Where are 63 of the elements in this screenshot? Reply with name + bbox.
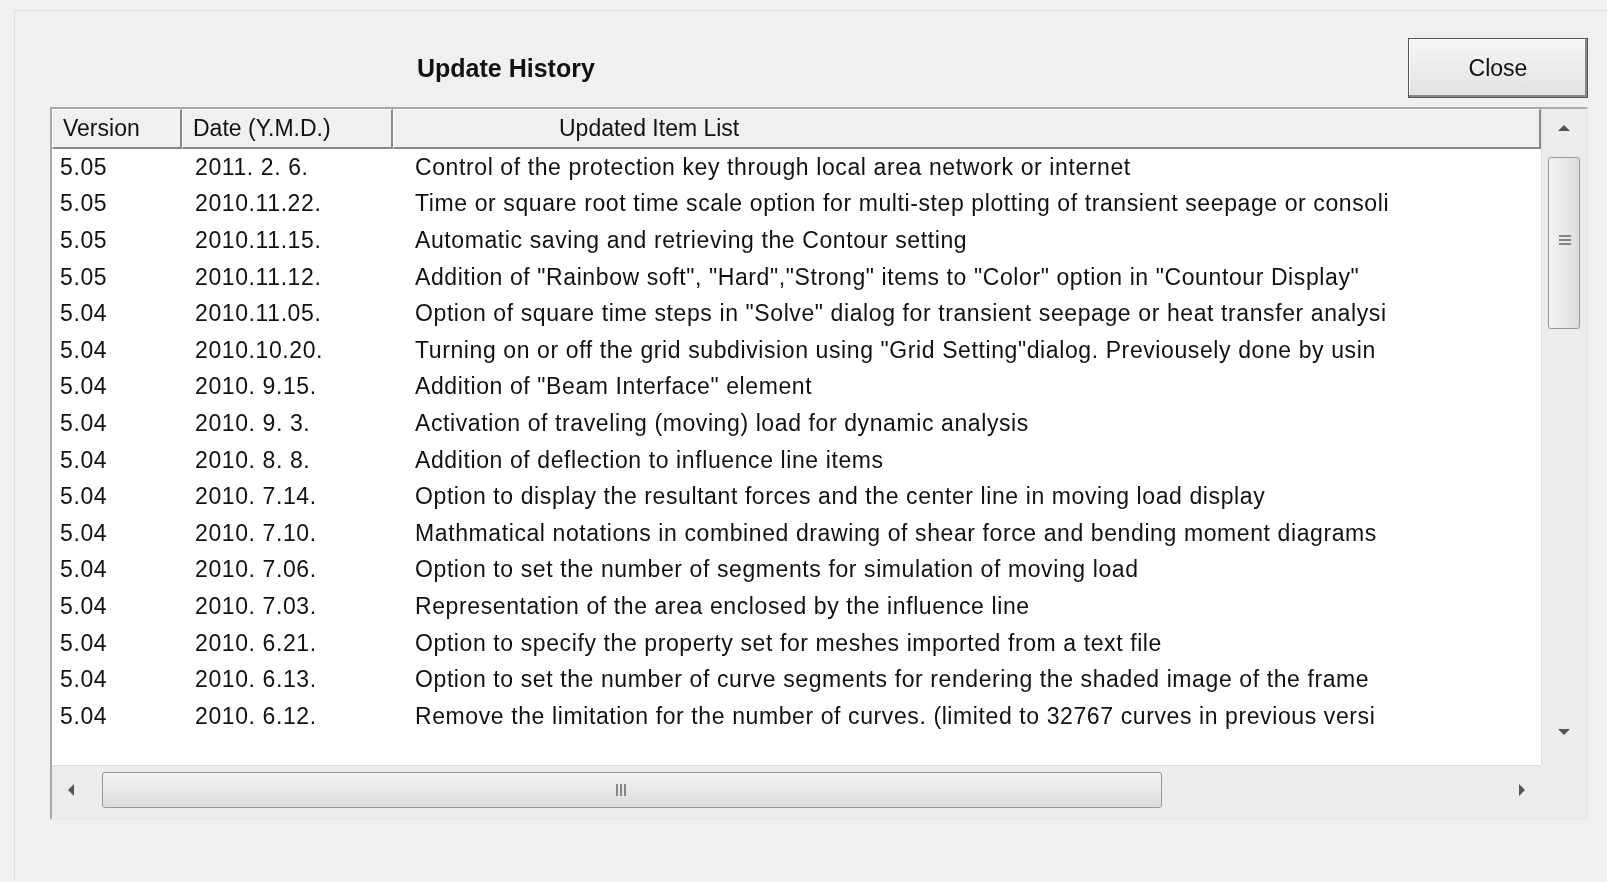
table-cell-text: 5.04	[59, 336, 109, 364]
table-cell-text: Addition of "Beam Interface" element	[414, 373, 814, 401]
table-cell-text: 5.05	[59, 263, 109, 291]
table-cell-text: Turning on or off the grid subdivision using "Grid Setting"dialog. Previousely done by usin	[414, 336, 1377, 364]
table-cell-text: 2010.11.05.	[194, 300, 323, 328]
table-cell-text: Option to display the resultant forces and the center line in moving load display	[414, 483, 1267, 511]
table-cell-text: 2010. 6.12.	[194, 702, 318, 730]
table-cell-text: 5.04	[59, 409, 109, 437]
table-cell-text: 2010.11.22.	[194, 190, 323, 218]
scroll-thumb[interactable]	[102, 772, 1162, 808]
table-cell-text: Option to set the number of curve segments for rendering the shaded image of the frame	[414, 666, 1371, 694]
table-cell-text: Remove the limitation for the number of curves. (limited to 32767 curves in previous versi	[414, 702, 1377, 730]
table-cell-text: 5.04	[59, 373, 109, 401]
table-cell-text: 2010.11.15.	[194, 227, 323, 254]
table-cell-text: Option to set the number of segments for simulation of moving load	[414, 556, 1140, 584]
table-cell-text: 2011. 2. 6.	[194, 153, 310, 181]
table-cell-text: 5.04	[59, 446, 109, 474]
column-header[interactable]: Version	[52, 109, 182, 149]
table-cell-text: Mathmatical notations in combined drawing of shear force and bending moment diagrams	[414, 519, 1378, 547]
table-cell-text: 5.05	[59, 153, 109, 181]
table-cell-text: 5.05	[59, 227, 109, 254]
table-cell-text: 5.04	[59, 629, 109, 657]
table-cell-text: 5.04	[59, 483, 109, 511]
table-cell-text: 5.04	[59, 519, 109, 547]
horizontal-scrollbar[interactable]	[52, 765, 1541, 818]
table-cell-text: Representation of the area enclosed by the influence line	[414, 592, 1031, 620]
table-cell-text: 2010. 6.21.	[194, 629, 318, 657]
scroll-thumb[interactable]	[1548, 157, 1580, 329]
table-cell-text: 5.04	[59, 666, 109, 694]
table-cell-text: Addition of deflection to influence line items	[414, 446, 885, 474]
grip-icon	[615, 783, 629, 797]
column-header[interactable]: Date (Y.M.D.)	[182, 109, 393, 149]
table-cell-text: Option to specify the property set for meshes imported from a text file	[414, 629, 1163, 657]
table-cell-text: 2010. 9.15.	[194, 373, 318, 401]
close-button[interactable]: Close	[1408, 38, 1588, 98]
scroll-right-icon[interactable]	[1517, 782, 1527, 798]
table-cell-text: Control of the protection key through local area network or internet	[414, 153, 1132, 181]
table-cell-text: 2010. 7.10.	[194, 519, 318, 547]
scroll-up-icon[interactable]	[1556, 123, 1572, 133]
table-cell-text: 2010. 7.03.	[194, 592, 318, 620]
scroll-down-icon[interactable]	[1556, 727, 1572, 737]
table-cell-text: Addition of "Rainbow soft", "Hard","Strong" items to "Color" option in "Countour Display"	[414, 263, 1361, 291]
grip-icon	[1558, 234, 1572, 248]
table-cell-text: 5.04	[59, 556, 109, 584]
table-cell-text: Automatic saving and retrieving the Contour setting	[414, 227, 969, 254]
table-cell-text: 2010.11.12.	[194, 263, 323, 291]
table-cell-text: 2010. 7.06.	[194, 556, 318, 584]
table-cell-text: 2010. 8. 8.	[194, 446, 312, 474]
table-cell-text: 2010. 9. 3.	[194, 409, 312, 437]
table-cell-text: 2010. 6.13.	[194, 666, 318, 694]
table-cell-text: Time or square root time scale option for multi-step plotting of transient seepage or consoli	[414, 190, 1391, 218]
table-cell-text: 2010. 7.14.	[194, 483, 318, 511]
table-cell-text: 5.04	[59, 300, 109, 328]
column-header[interactable]: Updated Item List	[393, 109, 1541, 149]
scroll-left-icon[interactable]	[66, 782, 76, 798]
table-cell-text: Option of square time steps in "Solve" dialog for transient seepage or heat transfer analysi	[414, 300, 1388, 328]
vertical-scrollbar[interactable]	[1541, 109, 1586, 765]
table-cell-text: 5.05	[59, 190, 109, 218]
dialog-title: Update History	[417, 53, 596, 83]
table-cell-text: Activation of traveling (moving) load for dynamic analysis	[414, 409, 1030, 437]
table-cell-text: 2010.10.20.	[194, 336, 325, 364]
table-cell-text: 5.04	[59, 592, 109, 620]
table-cell-text: 5.04	[59, 702, 109, 730]
